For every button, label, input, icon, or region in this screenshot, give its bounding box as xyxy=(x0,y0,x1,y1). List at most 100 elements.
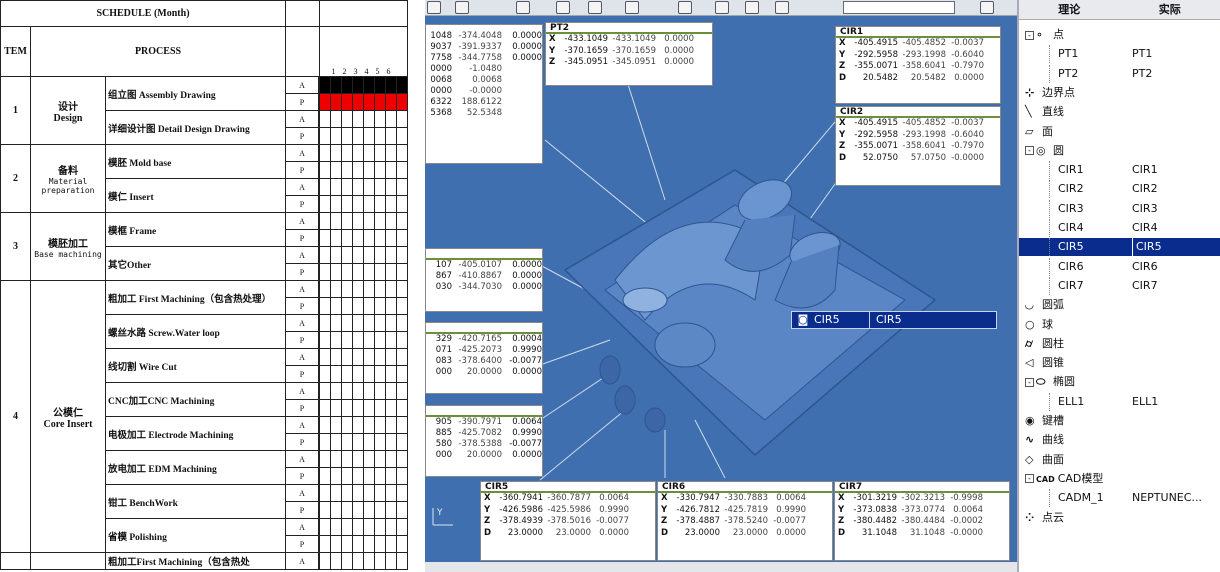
tree-item-cir3[interactable]: CIR3 CIR3 xyxy=(1019,199,1220,218)
schedule-cell[interactable] xyxy=(341,399,353,417)
schedule-cell[interactable] xyxy=(352,76,364,94)
schedule-cell[interactable] xyxy=(374,450,386,468)
tree-item--[interactable]: ○ 球 xyxy=(1019,316,1220,334)
schedule-cell[interactable] xyxy=(363,229,375,247)
schedule-cell[interactable] xyxy=(363,552,375,570)
tree-item--[interactable]: ◡ 圆弧 xyxy=(1019,296,1220,314)
schedule-cell[interactable] xyxy=(319,518,331,536)
schedule-cell[interactable] xyxy=(374,416,386,434)
schedule-cell[interactable] xyxy=(374,76,386,94)
schedule-cell[interactable] xyxy=(330,518,342,536)
schedule-cell[interactable] xyxy=(341,297,353,315)
schedule-cell[interactable] xyxy=(352,314,364,332)
tree-item-ell1[interactable]: ELL1 ELL1 xyxy=(1019,392,1220,411)
schedule-cell[interactable] xyxy=(319,280,331,298)
schedule-cell[interactable] xyxy=(385,178,397,196)
schedule-cell[interactable] xyxy=(363,433,375,451)
tree-header-nominal[interactable]: 理论 xyxy=(1019,0,1120,19)
schedule-cell[interactable] xyxy=(396,450,408,468)
schedule-cell[interactable] xyxy=(319,348,331,366)
schedule-cell[interactable] xyxy=(363,280,375,298)
schedule-cell[interactable] xyxy=(374,399,386,417)
schedule-cell[interactable] xyxy=(363,212,375,230)
schedule-cell[interactable] xyxy=(385,314,397,332)
schedule-cell[interactable] xyxy=(363,93,375,111)
schedule-cell[interactable] xyxy=(396,229,408,247)
schedule-cell[interactable] xyxy=(352,297,364,315)
schedule-cell[interactable] xyxy=(363,263,375,281)
schedule-cell[interactable] xyxy=(319,467,331,485)
schedule-cell[interactable] xyxy=(374,127,386,145)
schedule-cell[interactable] xyxy=(352,467,364,485)
schedule-cell[interactable] xyxy=(319,433,331,451)
schedule-cell[interactable] xyxy=(352,195,364,213)
schedule-cell[interactable] xyxy=(385,450,397,468)
schedule-cell[interactable] xyxy=(374,535,386,553)
schedule-cell[interactable] xyxy=(352,229,364,247)
tree-item--[interactable]: ⊹ 边界点 xyxy=(1019,84,1220,102)
schedule-cell[interactable] xyxy=(341,416,353,434)
schedule-cell[interactable] xyxy=(396,467,408,485)
schedule-cell[interactable] xyxy=(330,178,342,196)
schedule-cell[interactable] xyxy=(396,93,408,111)
schedule-cell[interactable] xyxy=(352,263,364,281)
schedule-cell[interactable] xyxy=(374,331,386,349)
schedule-cell[interactable] xyxy=(385,110,397,128)
schedule-cell[interactable] xyxy=(352,144,364,162)
schedule-cell[interactable] xyxy=(341,161,353,179)
schedule-cell[interactable] xyxy=(341,535,353,553)
schedule-cell[interactable] xyxy=(330,263,342,281)
schedule-cell[interactable] xyxy=(330,399,342,417)
schedule-cell[interactable] xyxy=(374,297,386,315)
tree-item--[interactable]: - ∘ 点 xyxy=(1019,26,1220,44)
schedule-cell[interactable] xyxy=(319,382,331,400)
schedule-cell[interactable] xyxy=(352,535,364,553)
tree-header-actual[interactable]: 实际 xyxy=(1120,0,1220,19)
schedule-cell[interactable] xyxy=(363,178,375,196)
schedule-cell[interactable] xyxy=(374,314,386,332)
schedule-cell[interactable] xyxy=(385,263,397,281)
schedule-cell[interactable] xyxy=(363,382,375,400)
schedule-cell[interactable] xyxy=(385,348,397,366)
schedule-cell[interactable] xyxy=(385,552,397,570)
tree-item-cir4[interactable]: CIR4 CIR4 xyxy=(1019,219,1220,237)
schedule-cell[interactable] xyxy=(352,280,364,298)
schedule-cell[interactable] xyxy=(385,467,397,485)
schedule-cell[interactable] xyxy=(341,280,353,298)
schedule-cell[interactable] xyxy=(352,416,364,434)
tree-item--[interactable]: - ⬭ 椭圆 xyxy=(1019,373,1220,391)
schedule-cell[interactable] xyxy=(396,399,408,417)
schedule-cell[interactable] xyxy=(352,484,364,502)
schedule-cell[interactable] xyxy=(374,246,386,264)
schedule-cell[interactable] xyxy=(330,382,342,400)
measure-panel-cir1[interactable]: CIR1 X -405.4915 -405.4852 -0.0037 Y -292.595… xyxy=(835,26,1001,104)
schedule-cell[interactable] xyxy=(396,365,408,383)
schedule-cell[interactable] xyxy=(330,246,342,264)
schedule-cell[interactable] xyxy=(363,195,375,213)
schedule-cell[interactable] xyxy=(330,365,342,383)
schedule-cell[interactable] xyxy=(374,348,386,366)
schedule-cell[interactable] xyxy=(352,552,364,570)
schedule-cell[interactable] xyxy=(363,467,375,485)
schedule-cell[interactable] xyxy=(319,399,331,417)
schedule-cell[interactable] xyxy=(385,535,397,553)
schedule-cell[interactable] xyxy=(352,382,364,400)
expand-toggle-icon[interactable]: - xyxy=(1025,474,1034,484)
schedule-cell[interactable] xyxy=(396,484,408,502)
schedule-cell[interactable] xyxy=(319,110,331,128)
schedule-cell[interactable] xyxy=(396,382,408,400)
schedule-cell[interactable] xyxy=(396,110,408,128)
schedule-cell[interactable] xyxy=(352,212,364,230)
schedule-cell[interactable] xyxy=(396,552,408,570)
schedule-cell[interactable] xyxy=(341,144,353,162)
schedule-cell[interactable] xyxy=(341,382,353,400)
schedule-cell[interactable] xyxy=(330,297,342,315)
expand-toggle-icon[interactable]: - xyxy=(1025,377,1034,387)
schedule-cell[interactable] xyxy=(341,76,353,94)
schedule-cell[interactable] xyxy=(385,501,397,519)
schedule-cell[interactable] xyxy=(363,365,375,383)
schedule-cell[interactable] xyxy=(319,161,331,179)
schedule-cell[interactable] xyxy=(330,76,342,94)
schedule-cell[interactable] xyxy=(385,212,397,230)
schedule-cell[interactable] xyxy=(363,416,375,434)
